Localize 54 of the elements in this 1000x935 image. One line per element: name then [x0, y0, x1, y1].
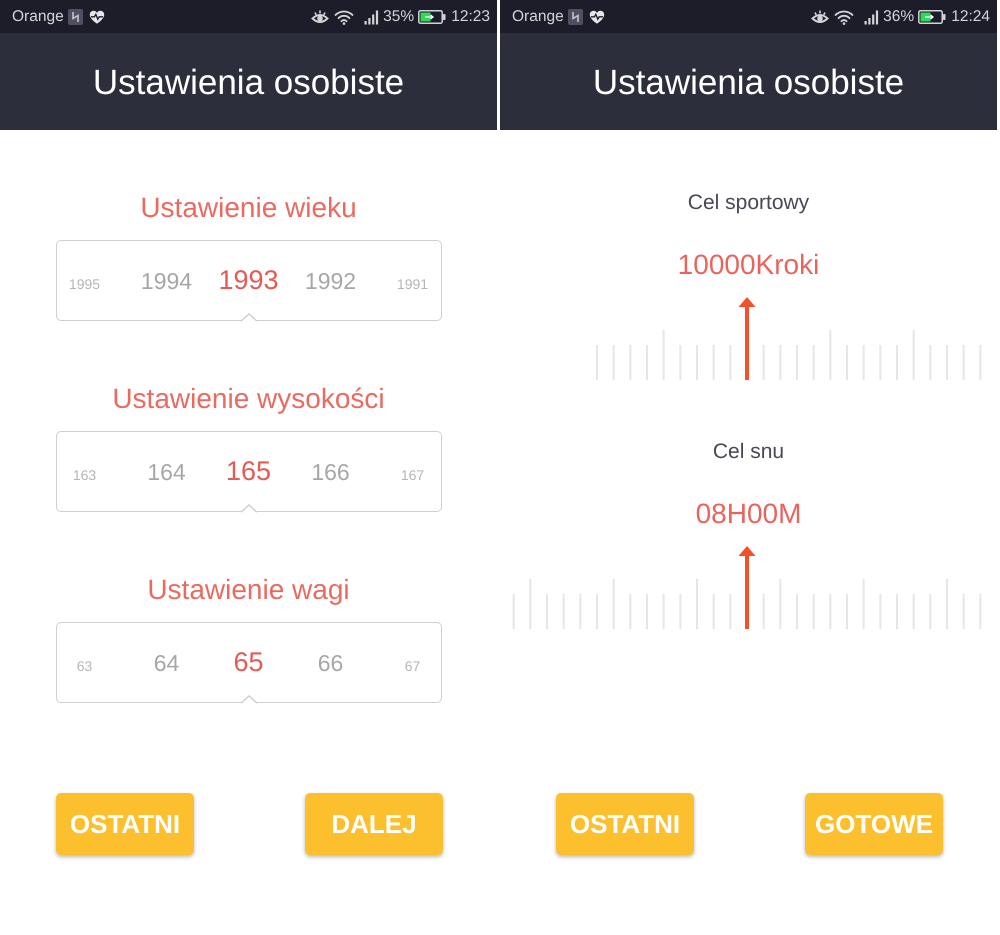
picker-value[interactable]: 166: [311, 461, 350, 484]
signal-icon: [364, 8, 380, 24]
battery-icon: [418, 10, 446, 24]
picker-value[interactable]: 64: [154, 652, 180, 675]
picker-value[interactable]: 163: [72, 468, 96, 482]
goal-value: 08H00M: [696, 498, 802, 530]
action-button[interactable]: GOTOWE: [805, 793, 943, 855]
picker-label: Ustawienie wieku: [140, 192, 357, 224]
heart-pulse-icon: [588, 10, 605, 24]
eye-icon: [311, 8, 330, 24]
picker-value[interactable]: 165: [226, 458, 272, 485]
signal-icon: [864, 8, 880, 24]
picker-value[interactable]: 1992: [304, 270, 356, 293]
ruler-scale-drawing[interactable]: [596, 330, 982, 380]
picker-value[interactable]: 167: [400, 468, 424, 482]
wifi-icon: [334, 8, 354, 24]
goal-label: Cel sportowy: [688, 190, 810, 216]
picker-value[interactable]: 164: [147, 461, 186, 484]
pointer-notch-icon: [240, 312, 256, 322]
wifi-icon: [834, 8, 854, 24]
ruler-scale-drawing[interactable]: [512, 579, 982, 629]
network-badge-icon: [568, 8, 583, 24]
battery-icon: [918, 10, 946, 24]
picker-value[interactable]: 65: [233, 649, 264, 676]
clock-time: 12:23: [451, 8, 490, 26]
network-badge-icon: [68, 8, 83, 24]
goal-label: Cel snu: [712, 439, 784, 465]
action-button[interactable]: OSTATNI: [56, 793, 194, 855]
picker-value[interactable]: 67: [404, 659, 420, 673]
picker-value[interactable]: 66: [318, 652, 344, 675]
picker-box[interactable]: 1995 1994 1993 1992 1991: [56, 240, 442, 321]
picker-box[interactable]: 63 64 65 66 67: [56, 622, 442, 703]
picker-value[interactable]: 63: [76, 659, 92, 673]
battery-percent: 36%: [883, 8, 914, 26]
pointer-notch-icon: [240, 504, 256, 512]
action-button[interactable]: OSTATNI: [556, 793, 694, 855]
heart-pulse-icon: [88, 10, 105, 24]
pointer-notch-icon: [240, 694, 256, 704]
carrier-name: Orange: [512, 8, 564, 26]
action-button[interactable]: DALEJ: [305, 793, 443, 855]
picker-value[interactable]: 1993: [218, 267, 279, 294]
picker-value[interactable]: 1994: [140, 270, 192, 293]
picker-label: Ustawienie wagi: [147, 574, 350, 606]
clock-time: 12:24: [951, 8, 990, 26]
eye-icon: [811, 8, 830, 24]
picker-value[interactable]: 1995: [68, 277, 100, 291]
picker-label: Ustawienie wysokości: [112, 383, 385, 415]
picker-box[interactable]: 163 164 165 166 167: [56, 431, 442, 512]
picker-value[interactable]: 1991: [396, 277, 428, 291]
carrier-name: Orange: [12, 8, 64, 26]
goal-value: 10000Kroki: [678, 249, 820, 281]
screen-title: Ustawienia osobiste: [92, 63, 404, 103]
screen-title: Ustawienia osobiste: [592, 63, 904, 103]
battery-percent: 35%: [383, 8, 414, 26]
